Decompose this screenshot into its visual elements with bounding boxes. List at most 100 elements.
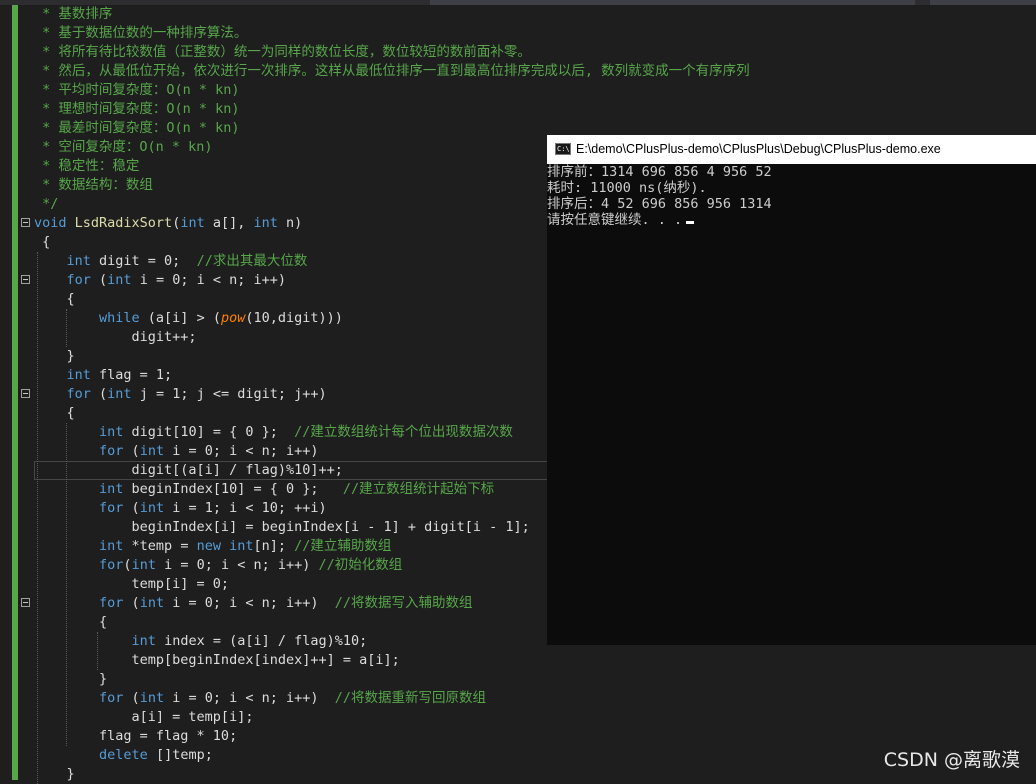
code-comment: //建立辅助数组 [294, 538, 392, 554]
console-prompt-text: 请按任意键继续. . . [547, 212, 683, 228]
code-line[interactable]: * 基数排序 [0, 5, 1036, 24]
code-keyword: for [66, 272, 91, 288]
code-comment: * 稳定性：稳定 [34, 158, 140, 174]
code-token: i = 0; i < n; i++) [164, 690, 335, 706]
code-text: for (int i = 0; i < n; i++) [34, 271, 286, 290]
code-token: { [34, 291, 75, 307]
code-token: j = 1; j <= digit; j++) [131, 386, 327, 402]
code-keyword: int [131, 633, 156, 649]
code-comment: * 基数排序 [34, 6, 113, 22]
console-cursor [686, 221, 695, 224]
code-text: int index = (a[i] / flag)%10; [34, 632, 368, 651]
code-line[interactable]: } [0, 765, 1036, 784]
console-title-bar[interactable]: E:\demo\CPlusPlus-demo\CPlusPlus\Debug\C… [547, 135, 1036, 164]
code-text: for (int j = 1; j <= digit; j++) [34, 385, 327, 404]
collapse-icon[interactable] [21, 598, 30, 607]
code-line[interactable]: * 平均时间复杂度：O(n * kn) [0, 81, 1036, 100]
code-keyword: int [139, 595, 165, 611]
code-keyword: int [139, 690, 165, 706]
code-line[interactable]: flag = flag * 10; [0, 727, 1036, 746]
code-text: * 数据结构：数组 [34, 176, 153, 195]
code-text: for (int i = 1; i < 10; ++i) [34, 499, 327, 518]
code-text: while (a[i] > (pow(10,digit))) [34, 309, 343, 328]
code-text: * 基数排序 [34, 5, 112, 24]
code-token: (10,digit))) [245, 310, 343, 326]
code-token: i = 0; i < n; i++) [164, 595, 335, 611]
code-text: */ [34, 195, 58, 214]
code-line[interactable]: * 理想时间复杂度：O(n * kn) [0, 100, 1036, 119]
code-text: { [34, 404, 75, 423]
console-line: 排序前：1314 696 856 4 956 52 [547, 164, 772, 180]
code-token: ( [123, 443, 140, 459]
code-text: { [34, 613, 107, 632]
code-comment: * 然后，从最低位开始，依次进行一次排序。这样从最低位排序一直到最高位排序完成以… [34, 63, 750, 79]
code-token: ( [123, 500, 140, 516]
code-line[interactable]: * 基于数据位数的一种排序算法。 [0, 24, 1036, 43]
code-line[interactable]: a[i] = temp[i]; [0, 708, 1036, 727]
code-token: ( [90, 386, 108, 402]
code-line[interactable]: for (int i = 0; i < n; i++) //将数据重新写回原数组 [0, 689, 1036, 708]
code-token: a[], [204, 215, 254, 231]
code-comment: //求出其最大位数 [196, 253, 308, 269]
code-keyword: int [66, 367, 91, 383]
code-keyword: for [66, 386, 91, 402]
collapse-icon[interactable] [21, 218, 30, 227]
code-keyword: int [253, 215, 278, 231]
code-text: int digit[10] = { 0 }; //建立数组统计每个位出现数据次数 [34, 423, 513, 442]
code-token: temp[beginIndex[index]++] = a[i]; [34, 652, 400, 668]
code-keyword: new [196, 538, 221, 554]
code-keyword: int [99, 424, 124, 440]
code-text: } [34, 765, 75, 784]
code-token: i = 0; i < n; i++) [131, 272, 286, 288]
code-line[interactable]: temp[beginIndex[index]++] = a[i]; [0, 651, 1036, 670]
indent-guide [66, 423, 67, 746]
code-comment: //将数据写入辅助数组 [334, 595, 473, 611]
code-line[interactable]: } [0, 670, 1036, 689]
code-comment: * 数据结构：数组 [34, 177, 153, 193]
code-token: ( [123, 557, 132, 573]
code-comment: * 平均时间复杂度：O(n * kn) [34, 82, 240, 98]
code-keyword: int [107, 386, 132, 402]
code-text: * 将所有待比较数值（正整数）统一为同样的数位长度，数位较短的数前面补零。 [34, 43, 531, 62]
code-text: } [34, 670, 107, 689]
console-line: 请按任意键继续. . . [547, 212, 1036, 228]
code-token: i = 1; i < 10; ++i) [164, 500, 327, 516]
code-token: temp[i] = 0; [34, 576, 230, 592]
code-text: delete []temp; [34, 746, 213, 765]
code-keyword: int [180, 215, 205, 231]
code-token: { [34, 234, 51, 250]
code-comment: //将数据重新写回原数组 [334, 690, 487, 706]
code-token: [n]; [253, 538, 295, 554]
code-comment: //建立数组统计起始下标 [342, 481, 495, 497]
code-text: } [34, 347, 75, 366]
console-line: 耗时: 11000 ns(纳秒). [547, 180, 707, 196]
code-comment: * 将所有待比较数值（正整数）统一为同样的数位长度，数位较短的数前面补零。 [34, 44, 531, 60]
code-line[interactable]: * 将所有待比较数值（正整数）统一为同样的数位长度，数位较短的数前面补零。 [0, 43, 1036, 62]
code-token: ( [123, 595, 140, 611]
code-keyword: for [99, 500, 124, 516]
code-token: index = (a[i] / flag)%10; [155, 633, 368, 649]
indent-guide [97, 632, 98, 670]
code-text: * 最差时间复杂度：O(n * kn) [34, 119, 239, 138]
console-output: 排序前：1314 696 856 4 956 52 耗时: 11000 ns(纳… [547, 164, 1036, 228]
code-line[interactable]: delete []temp; [0, 746, 1036, 765]
collapse-icon[interactable] [21, 389, 30, 398]
indent-guide [66, 309, 67, 347]
code-token: ( [90, 272, 108, 288]
code-line[interactable]: * 然后，从最低位开始，依次进行一次排序。这样从最低位排序一直到最高位排序完成以… [0, 62, 1036, 81]
code-keyword: while [99, 310, 140, 326]
code-text: int beginIndex[10] = { 0 }; //建立数组统计起始下标 [34, 480, 494, 499]
code-text: * 平均时间复杂度：O(n * kn) [34, 81, 240, 100]
code-token: (a[i] > ( [139, 310, 221, 326]
code-text: * 稳定性：稳定 [34, 157, 139, 176]
code-keyword: int [66, 253, 91, 269]
code-text: void LsdRadixSort(int a[], int n) [34, 214, 302, 233]
code-keyword: for [99, 595, 124, 611]
collapse-icon[interactable] [21, 275, 30, 284]
code-text: for (int i = 0; i < n; i++) //将数据重新写回原数组 [34, 689, 486, 708]
code-token: i = 0; i < n; i++) [155, 557, 319, 573]
code-token: digit[10] = { 0 }; [123, 424, 295, 440]
console-window[interactable]: E:\demo\CPlusPlus-demo\CPlusPlus\Debug\C… [547, 135, 1036, 645]
